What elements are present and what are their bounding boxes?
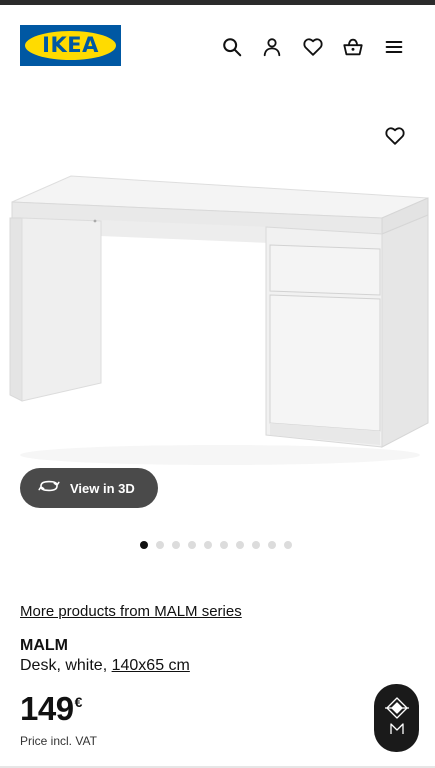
pagination-dot[interactable] [188, 541, 196, 549]
favorite-heart-icon[interactable] [381, 122, 409, 150]
heart-icon[interactable] [300, 34, 326, 60]
menu-icon[interactable] [381, 34, 407, 60]
assistant-icon [383, 694, 411, 743]
pagination-dot[interactable] [252, 541, 260, 549]
pagination-dot[interactable] [284, 541, 292, 549]
pagination-dot[interactable] [268, 541, 276, 549]
assistant-button[interactable] [374, 684, 419, 752]
site-header: IKEA [0, 5, 435, 85]
product-type: Desk, white, [20, 657, 112, 674]
logo-wordmark: IKEA [42, 33, 99, 57]
search-icon[interactable] [219, 34, 245, 60]
profile-icon[interactable] [259, 34, 285, 60]
pagination-dot[interactable] [220, 541, 228, 549]
pagination-dot[interactable] [156, 541, 164, 549]
pagination-dot[interactable] [140, 541, 148, 549]
product-price: 149€ [20, 690, 82, 728]
pagination-dot[interactable] [204, 541, 212, 549]
product-name: MALM [20, 637, 68, 654]
pagination-dot[interactable] [172, 541, 180, 549]
product-dimensions-link[interactable]: 140x65 cm [112, 657, 190, 674]
view-in-3d-button[interactable]: View in 3D [20, 468, 158, 508]
price-currency: € [74, 694, 83, 710]
view-in-3d-label: View in 3D [70, 480, 135, 496]
price-note: Price incl. VAT [20, 734, 97, 748]
product-description: Desk, white, 140x65 cm [20, 657, 190, 675]
pagination-dot[interactable] [236, 541, 244, 549]
image-pagination [140, 541, 292, 549]
product-image[interactable] [0, 165, 435, 485]
ikea-logo[interactable]: IKEA [20, 25, 121, 66]
series-link[interactable]: More products from MALM series [20, 603, 242, 620]
shopping-bag-icon[interactable] [340, 34, 366, 60]
rotate-3d-icon [38, 478, 60, 499]
price-amount: 149 [20, 690, 74, 727]
